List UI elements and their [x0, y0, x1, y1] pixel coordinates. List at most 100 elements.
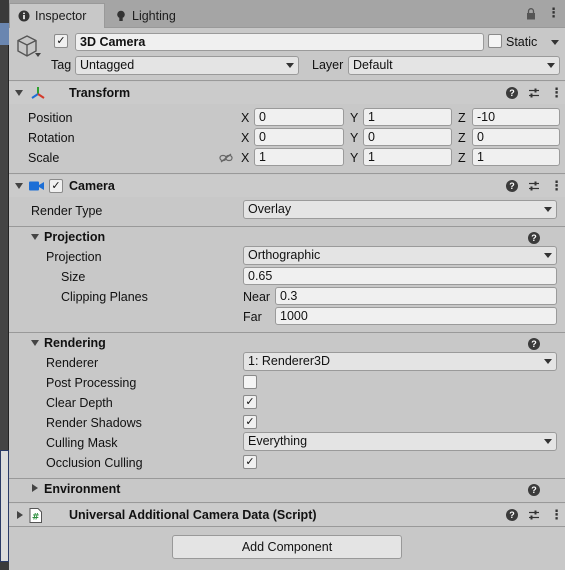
static-label: Static	[506, 35, 538, 49]
size-label: Size	[61, 270, 86, 284]
gameobject-active-checkbox[interactable]: ✓	[54, 34, 68, 48]
scale-z-label[interactable]: Z	[458, 151, 466, 165]
size-field[interactable]: 0.65	[243, 267, 557, 285]
render-type-label: Render Type	[31, 204, 103, 218]
preset-sliders-icon[interactable]	[528, 87, 540, 99]
scale-z-field[interactable]: 1	[472, 148, 560, 166]
camera-data-script-header[interactable]: # Universal Additional Camera Data (Scri…	[9, 504, 565, 526]
chevron-down-icon	[544, 207, 552, 212]
projection-label: Projection	[46, 250, 102, 264]
layer-value: Default	[353, 58, 393, 72]
transform-header[interactable]: Transform ? ⋮	[9, 82, 565, 104]
camera-icon	[29, 180, 45, 195]
hierarchy-selection	[0, 23, 9, 45]
help-icon[interactable]: ?	[528, 484, 540, 496]
component-menu-icon[interactable]: ⋮	[550, 86, 563, 99]
render-shadows-checkbox[interactable]: ✓	[243, 415, 257, 429]
rotation-y-label[interactable]: Y	[350, 131, 358, 145]
constrain-proportions-link-icon[interactable]	[219, 152, 233, 166]
scale-x-field[interactable]: 1	[254, 148, 344, 166]
near-field[interactable]: 0.3	[275, 287, 557, 305]
camera-title: Camera	[69, 179, 115, 193]
help-icon[interactable]: ?	[528, 338, 540, 350]
position-y-field[interactable]: 1	[363, 108, 452, 126]
projection-section-header[interactable]: Projection ?	[9, 227, 565, 247]
preset-sliders-icon[interactable]	[528, 509, 540, 521]
foldout-arrow-icon[interactable]	[15, 90, 23, 96]
camera-enabled-checkbox[interactable]: ✓	[49, 179, 63, 193]
layer-label: Layer	[312, 58, 344, 72]
preset-sliders-icon[interactable]	[528, 180, 540, 192]
info-icon	[18, 10, 30, 22]
csharp-script-icon: #	[29, 508, 42, 526]
tab-inspector[interactable]: Inspector	[9, 3, 105, 28]
camera-header[interactable]: ✓ Camera ? ⋮	[9, 175, 565, 197]
clipping-planes-label: Clipping Planes	[61, 290, 148, 304]
far-field[interactable]: 1000	[275, 307, 557, 325]
scale-y-field[interactable]: 1	[363, 148, 452, 166]
component-menu-icon[interactable]: ⋮	[550, 508, 563, 521]
gameobject-name-field[interactable]: 3D Camera	[75, 33, 484, 51]
foldout-arrow-icon[interactable]	[31, 340, 39, 346]
post-processing-checkbox[interactable]	[243, 375, 257, 389]
clear-depth-checkbox[interactable]: ✓	[243, 395, 257, 409]
help-icon[interactable]: ?	[506, 509, 518, 521]
rotation-label: Rotation	[28, 131, 75, 145]
chevron-down-icon	[544, 439, 552, 444]
lock-icon[interactable]	[526, 8, 536, 23]
help-icon[interactable]: ?	[506, 87, 518, 99]
position-label: Position	[28, 111, 73, 125]
help-icon[interactable]: ?	[528, 232, 540, 244]
rotation-y-field[interactable]: 0	[363, 128, 452, 146]
environment-section-title: Environment	[44, 482, 121, 496]
environment-section-header[interactable]: Environment ?	[9, 479, 565, 499]
scale-y-label[interactable]: Y	[350, 151, 358, 165]
component-menu-icon[interactable]: ⋮	[550, 179, 563, 192]
window-menu-icon[interactable]: ⋮	[547, 6, 560, 19]
position-x-field[interactable]: 0	[254, 108, 344, 126]
rendering-section-title: Rendering	[44, 336, 106, 350]
icon-dropdown-arrow-icon[interactable]	[35, 53, 41, 57]
divider	[9, 173, 565, 174]
renderer-value: 1: Renderer3D	[248, 354, 330, 368]
rotation-z-label[interactable]: Z	[458, 131, 466, 145]
culling-mask-dropdown[interactable]: Everything	[243, 432, 557, 451]
position-z-label[interactable]: Z	[458, 111, 466, 125]
tab-lighting[interactable]: Lighting	[107, 3, 187, 28]
tag-label: Tag	[51, 58, 72, 72]
static-dropdown-arrow-icon[interactable]	[551, 40, 559, 45]
rotation-z-field[interactable]: 0	[472, 128, 560, 146]
tag-dropdown[interactable]: Untagged	[75, 56, 299, 75]
lightbulb-icon	[115, 10, 127, 22]
foldout-arrow-icon[interactable]	[32, 484, 38, 492]
position-y-label[interactable]: Y	[350, 111, 358, 125]
foldout-arrow-icon[interactable]	[31, 234, 39, 240]
layer-dropdown[interactable]: Default	[348, 56, 560, 75]
post-processing-label: Post Processing	[46, 376, 137, 390]
occlusion-culling-label: Occlusion Culling	[46, 456, 143, 470]
chevron-down-icon	[544, 253, 552, 258]
foldout-arrow-icon[interactable]	[15, 183, 23, 189]
culling-mask-value: Everything	[248, 434, 308, 448]
scale-label: Scale	[28, 151, 60, 165]
chevron-down-icon	[544, 359, 552, 364]
renderer-label: Renderer	[46, 356, 99, 370]
renderer-dropdown[interactable]: 1: Renderer3D	[243, 352, 557, 371]
rotation-x-label[interactable]: X	[241, 131, 249, 145]
rotation-x-field[interactable]: 0	[254, 128, 344, 146]
scale-x-label[interactable]: X	[241, 151, 249, 165]
projection-dropdown[interactable]: Orthographic	[243, 246, 557, 265]
chevron-down-icon	[547, 63, 555, 68]
help-icon[interactable]: ?	[506, 180, 518, 192]
projection-value: Orthographic	[248, 248, 321, 262]
chevron-down-icon	[286, 63, 294, 68]
add-component-button[interactable]: Add Component	[172, 535, 402, 559]
foldout-arrow-icon[interactable]	[17, 511, 23, 519]
position-z-field[interactable]: -10	[472, 108, 560, 126]
position-x-label[interactable]: X	[241, 111, 249, 125]
rendering-section-header[interactable]: Rendering ?	[9, 333, 565, 353]
render-type-dropdown[interactable]: Overlay	[243, 200, 557, 219]
occlusion-culling-checkbox[interactable]: ✓	[243, 455, 257, 469]
tab-lighting-label: Lighting	[132, 8, 176, 23]
static-checkbox[interactable]	[488, 34, 502, 48]
